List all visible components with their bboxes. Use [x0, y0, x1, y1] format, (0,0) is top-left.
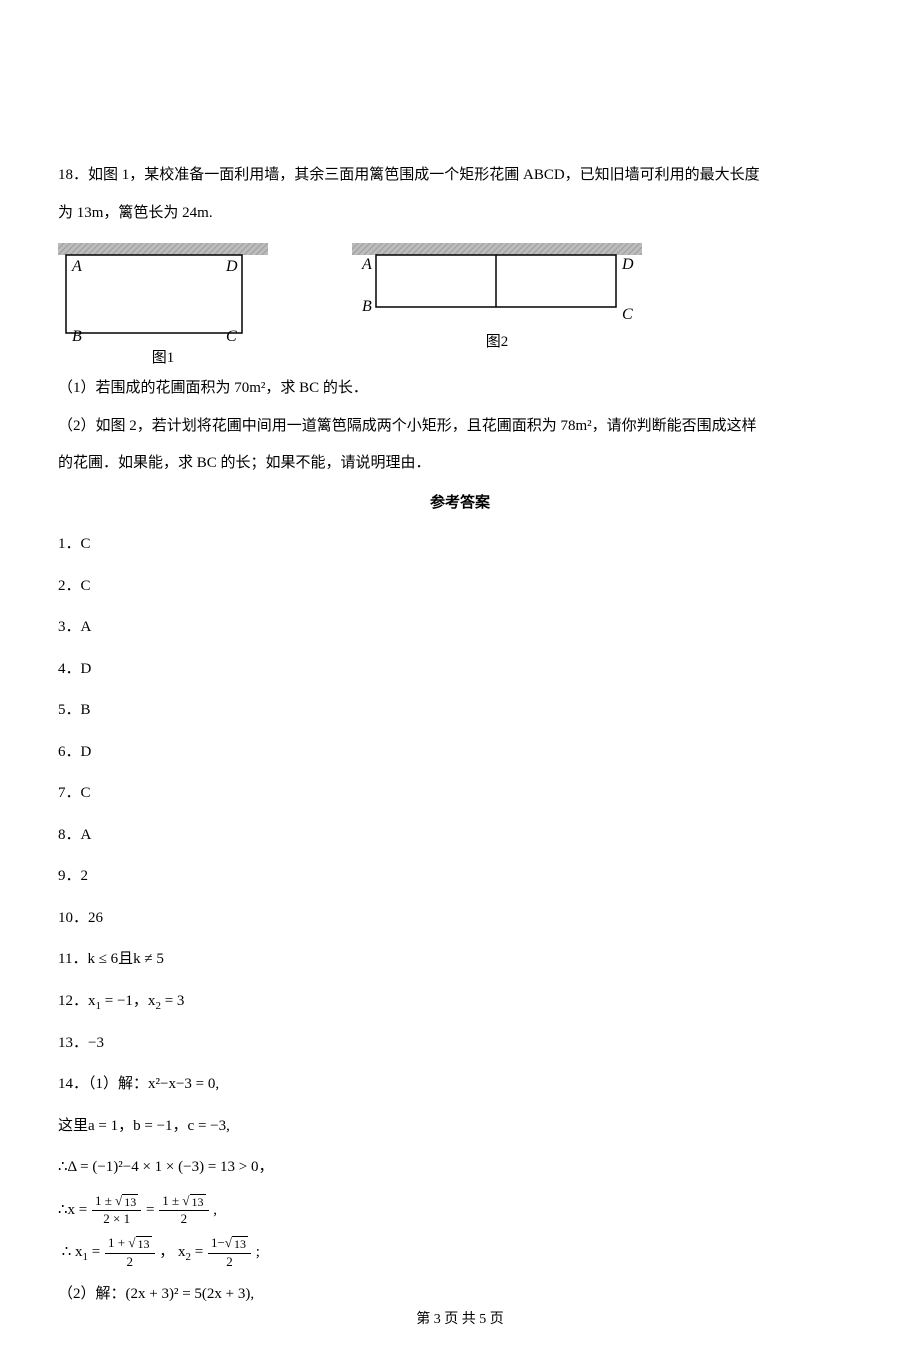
frac4-den: 2 [223, 1254, 236, 1269]
frac-3: 1 + √13 2 [105, 1236, 154, 1269]
frac3-den: 2 [124, 1254, 137, 1269]
label-D: D [225, 258, 238, 275]
q18-stem-line1: 18．如图 1，某校准备一面利用墙，其余三面用篱笆围成一个矩形花圃 ABCD，已… [58, 160, 862, 192]
answer-11: 11．k ≤ 6且k ≠ 5 [58, 944, 862, 976]
answer-6: 6．D [58, 737, 862, 769]
answer-9: 9．2 [58, 861, 862, 893]
page-footer: 第 3 页 共 5 页 [0, 1305, 920, 1334]
answer-5: 5．B [58, 695, 862, 727]
frac-1: 1 ± √13 2 × 1 [92, 1194, 141, 1227]
label-C: C [226, 328, 237, 343]
answer-13: 13．−3 [58, 1028, 862, 1060]
frac2-den: 2 [178, 1211, 191, 1226]
a14-comma: , [213, 1201, 217, 1217]
frac1-den: 2 × 1 [100, 1211, 133, 1226]
a14-l5: ∴ x1 = 1 + √13 2 ， x2 = 1−√13 2 ; [58, 1236, 862, 1269]
a12-end: = 3 [161, 993, 184, 1009]
figure-1-svg: A D B C [58, 243, 268, 343]
a14-l4: ∴x = 1 ± √13 2 × 1 = 1 ± √13 2 , [58, 1194, 862, 1227]
label-C2: C [622, 306, 633, 323]
figure-2-svg: A D B C [352, 243, 642, 327]
answer-10: 10．26 [58, 903, 862, 935]
a14-sep: ， x [159, 1244, 185, 1260]
a12-mid: = −1，x [101, 993, 155, 1009]
q18-part2: （2）如图 2，若计划将花圃中间用一道篱笆隔成两个小矩形，且花圃面积为 78m²… [58, 411, 862, 443]
answer-4: 4．D [58, 654, 862, 686]
label-A2: A [361, 256, 372, 273]
sqrt13-4: 13 [232, 1236, 248, 1251]
a14-l1: 14．（1）解：x²−x−3 = 0, [58, 1069, 862, 1101]
frac-2: 1 ± √13 2 [159, 1194, 208, 1227]
answers-title: 参考答案 [58, 488, 862, 520]
a14-l4-prefix: ∴x = [58, 1201, 87, 1217]
a14-therefore: ∴ x [62, 1244, 83, 1260]
answer-12: 12．x1 = −1，x2 = 3 [58, 986, 862, 1018]
label-D2: D [621, 256, 634, 273]
a14-l2: 这里a = 1，b = −1，c = −3, [58, 1111, 862, 1143]
a14-l3: ∴Δ = (−1)²−4 × 1 × (−3) = 13 > 0， [58, 1152, 862, 1184]
a14-eq1: = [146, 1201, 158, 1217]
answer-8: 8．A [58, 820, 862, 852]
a12-prefix: 12．x [58, 993, 96, 1009]
q18-part2b: 的花圃．如果能，求 BC 的长；如果不能，请说明理由． [58, 448, 862, 480]
figures-row: A D B C 图1 A D B C 图2 [58, 243, 862, 367]
answer-3: 3．A [58, 612, 862, 644]
q18-part1: （1）若围成的花圃面积为 70m²，求 BC 的长． [58, 373, 862, 405]
label-A: A [71, 258, 82, 275]
a14-eq2: = [88, 1244, 104, 1260]
frac-4: 1−√13 2 [208, 1236, 251, 1269]
label-B2: B [362, 298, 372, 315]
sqrt13-3: 13 [136, 1236, 152, 1251]
label-B: B [72, 328, 82, 343]
answer-1: 1．C [58, 529, 862, 561]
a14-eq3: = [191, 1244, 207, 1260]
a14-semi: ; [256, 1244, 260, 1260]
figure-2: A D B C 图2 [352, 243, 642, 367]
figure-1: A D B C 图1 [58, 243, 268, 367]
sqrt13-2: 13 [190, 1194, 206, 1209]
figure-2-label: 图2 [486, 333, 509, 351]
figure-1-label: 图1 [152, 349, 175, 367]
sqrt13-1: 13 [122, 1194, 138, 1209]
q18-stem-line2: 为 13m，篱笆长为 24m. [58, 198, 862, 230]
answer-7: 7．C [58, 778, 862, 810]
answer-2: 2．C [58, 571, 862, 603]
